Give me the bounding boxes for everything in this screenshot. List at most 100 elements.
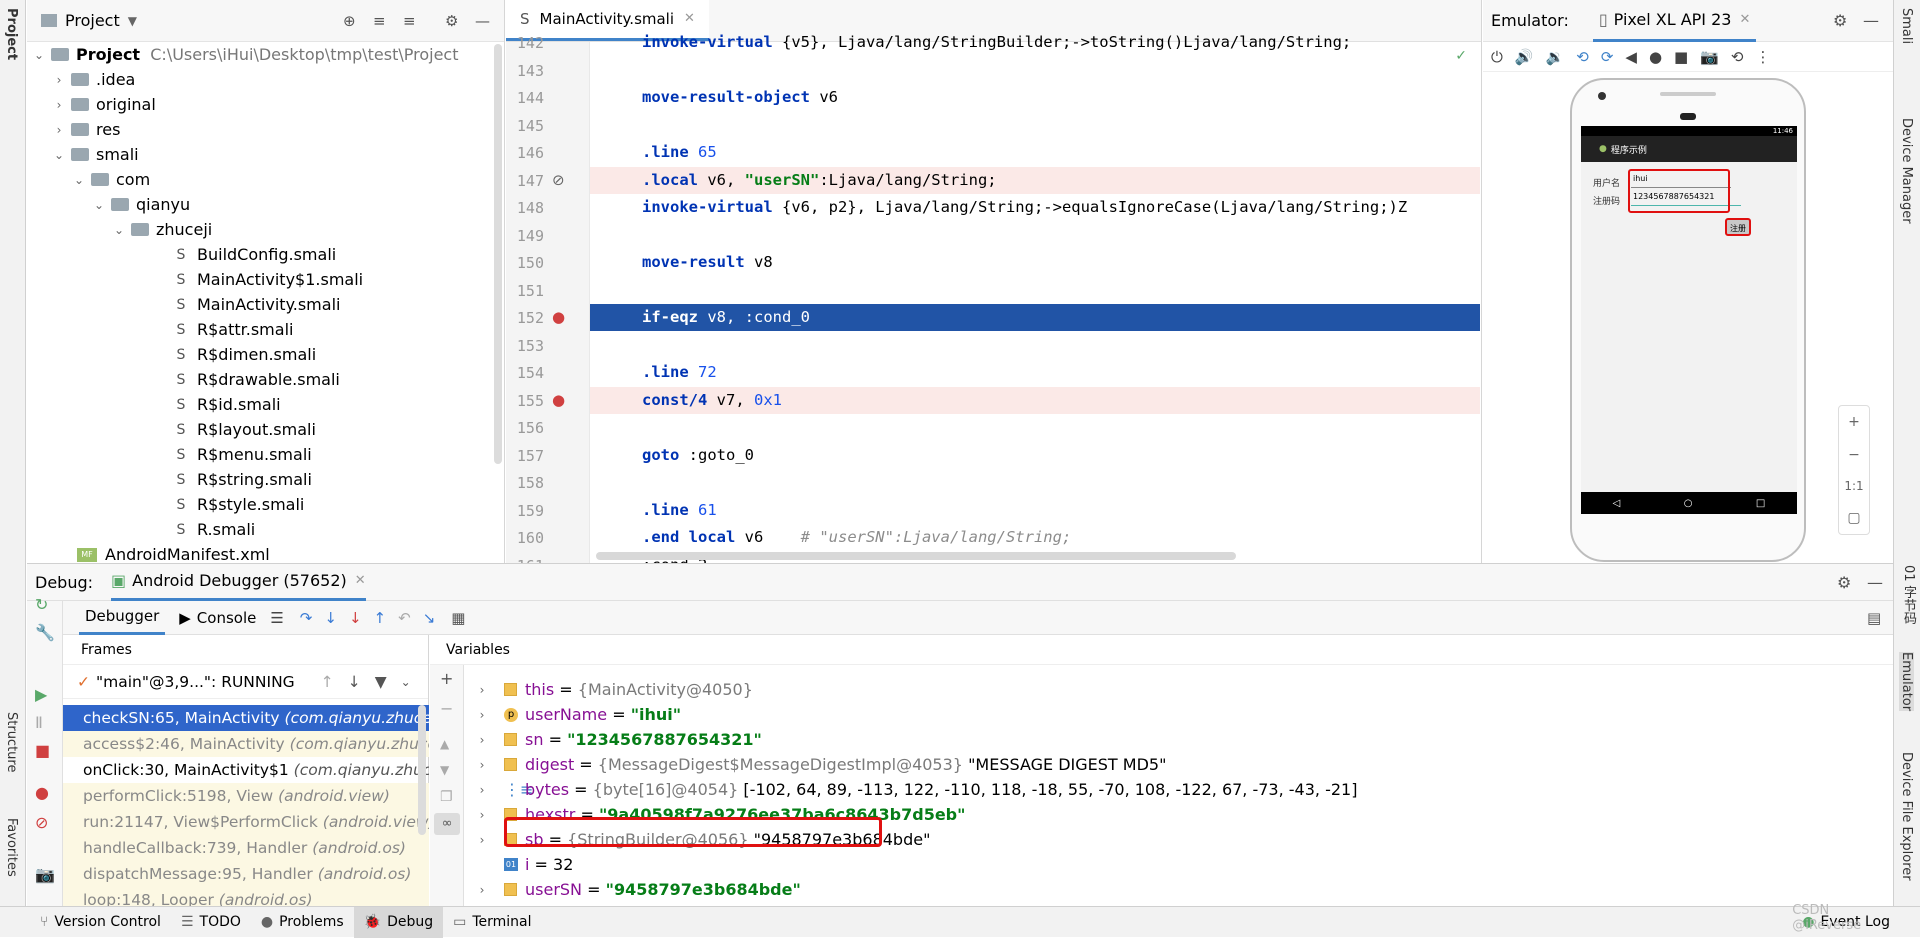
chevron-down-icon[interactable]: ⌄ [91,198,107,212]
frame-row[interactable]: loop:148, Looper (android.os) [63,887,429,906]
chevron-right-icon[interactable]: › [474,808,490,822]
variable-row-sn[interactable]: › sn = "1234567887654321" [474,727,762,752]
tree-item-zhuceji[interactable]: ⌄ zhuceji [111,217,212,242]
mute-breakpoints-icon[interactable]: ⊘ [35,813,48,832]
breakpoint-icon[interactable]: ● [552,308,565,326]
debug-button[interactable]: 🐞 Debug [353,906,444,938]
chevron-right-icon[interactable]: › [474,833,490,847]
frame-row[interactable]: dispatchMessage:95, Handler (android.os) [63,861,429,887]
pause-icon[interactable]: Ⅱ [35,713,43,732]
zoom-in-icon[interactable]: + [1848,414,1860,430]
frames-scrollbar[interactable] [418,705,426,835]
chevron-right-icon[interactable]: › [474,708,490,722]
chevron-down-icon[interactable]: ⌄ [71,173,87,187]
chevron-down-icon[interactable]: ▼ [128,14,137,28]
code-line[interactable] [590,112,1480,139]
tree-file[interactable]: S BuildConfig.smali [173,242,337,267]
tree-file[interactable]: S MainActivity$1.smali [173,267,364,292]
gear-icon[interactable]: ⚙ [1837,573,1851,592]
wrench-icon[interactable]: 🔧 [35,623,55,642]
close-icon[interactable]: ✕ [355,573,366,588]
project-tool-tab[interactable]: Project [4,8,19,60]
step-over-icon[interactable]: ↷ [300,609,313,627]
copy-icon[interactable]: ❐ [440,789,453,805]
chevron-right-icon[interactable]: › [474,683,490,697]
chevron-right-icon[interactable]: › [474,883,490,897]
move-down-icon[interactable]: ▼ [440,763,449,777]
camera-icon[interactable]: 📷 [1700,48,1719,66]
layout-icon[interactable]: ▤ [1867,609,1881,627]
resume-icon[interactable]: ▶ [35,685,47,704]
tree-file-manifest[interactable]: MF AndroidManifest.xml [77,542,270,563]
more-icon[interactable]: ⋮ [1756,48,1771,66]
zoom-ratio-button[interactable]: 1:1 [1844,479,1863,493]
arrow-down-icon[interactable]: ↓ [348,673,361,691]
code-line[interactable]: .line 61 [590,497,1480,524]
tab-debugger[interactable]: Debugger [79,601,166,635]
glasses-icon[interactable]: ∞ [434,813,460,835]
breakpoint-disabled-icon[interactable]: ⊘ [552,171,565,189]
code-line[interactable]: invoke-virtual {v6, p2}, Ljava/lang/Stri… [590,194,1480,221]
rotate-right-icon[interactable]: ⟳ [1601,48,1614,66]
chevron-right-icon[interactable]: › [51,123,67,137]
code-line[interactable] [590,332,1480,359]
zoom-out-icon[interactable]: − [1848,447,1860,463]
project-scrollbar[interactable] [494,44,502,464]
code-line[interactable]: invoke-virtual {v5}, Ljava/lang/StringBu… [590,29,1480,56]
tree-file[interactable]: S R.smali [173,517,256,542]
favorites-tool-tab[interactable]: Favorites [4,818,19,877]
emulator-tool-tab[interactable]: Emulator [1899,652,1914,712]
arrow-up-icon[interactable]: ↑ [321,673,334,691]
tree-item-idea[interactable]: › .idea [51,67,136,92]
device-file-explorer-tool-tab[interactable]: Device File Explorer [1899,752,1914,881]
code-line[interactable]: goto :goto_0 [590,442,1480,469]
collapse-all-icon[interactable]: ≡ [403,12,416,30]
tree-file[interactable]: S R$attr.smali [173,317,294,342]
tree-file[interactable]: S R$id.smali [173,392,281,417]
event-log-button[interactable]: ● Event Log CSDN @iReverse [1792,903,1900,938]
code-line[interactable]: .end local v6 # "userSN":Ljava/lang/Stri… [590,524,1480,551]
power-icon[interactable]: ⏻ [1491,48,1503,66]
frame-row[interactable]: onClick:30, MainActivity$1 (com.qianyu.z… [63,757,429,783]
evaluate-icon[interactable]: ▦ [451,609,465,627]
tab-console[interactable]: ▶ Console [179,609,256,627]
code-line[interactable]: .line 65 [590,139,1480,166]
rotate-left-icon[interactable]: ⟲ [1576,48,1589,66]
debug-session-tab[interactable]: ▣ Android Debugger (57652) ✕ [111,563,366,601]
project-panel-title[interactable]: Project [65,11,120,30]
code-line[interactable]: move-result-object v6 [590,84,1480,111]
back-icon[interactable]: ◁ [1613,498,1621,509]
back-icon[interactable]: ◀ [1625,48,1637,66]
terminal-button[interactable]: ▭ Terminal [443,907,541,938]
run-to-cursor-icon[interactable]: ↘ [423,609,436,627]
todo-button[interactable]: ☰ TODO [171,907,251,938]
snapshot-icon[interactable]: ⟲ [1731,48,1744,66]
frame-row[interactable]: performClick:5198, View (android.view) [63,783,429,809]
minimize-icon[interactable]: — [1867,573,1883,592]
code-line[interactable] [590,469,1480,496]
gear-icon[interactable]: ⚙ [1833,11,1847,30]
register-button[interactable]: 注册 [1725,218,1751,236]
tree-item-res[interactable]: › res [51,117,121,142]
minimize-icon[interactable]: — [475,12,490,30]
bytecode-tool-tab[interactable]: 01 字节码 [1899,565,1918,625]
force-step-into-icon[interactable]: ↓ [349,609,362,627]
volume-up-icon[interactable]: 🔊 [1515,48,1534,66]
thread-selector[interactable]: ✓ "main"@3,9...": RUNNING ↑ ↓ ▼ ⌄ [63,665,428,699]
fit-screen-icon[interactable]: ▢ [1847,510,1860,526]
code-line[interactable] [590,57,1480,84]
overview-icon[interactable]: □ [1756,498,1765,509]
rerun-icon[interactable]: ↻ [35,595,48,614]
variable-row-usersn[interactable]: › userSN = "9458797e3b684bde" [474,877,801,902]
step-into-icon[interactable]: ↓ [324,609,337,627]
chevron-down-icon[interactable]: ⌄ [111,223,127,237]
smali-tool-tab[interactable]: Smali [1899,8,1914,44]
chevron-right-icon[interactable]: › [51,73,67,87]
tab-pixel-xl[interactable]: ▯ Pixel XL API 23 ✕ [1592,0,1757,42]
chevron-down-icon[interactable]: ⌄ [51,148,67,162]
locate-icon[interactable]: ⊕ [343,12,356,30]
camera-icon[interactable]: 📷 [35,865,55,884]
frame-row[interactable]: access$2:46, MainActivity (com.qianyu.zh… [63,731,429,757]
tree-root[interactable]: ⌄ Project C:\Users\iHui\Desktop\tmp\test\… [31,42,459,67]
frame-row[interactable]: checkSN:65, MainActivity (com.qianyu.zhu… [63,705,429,731]
